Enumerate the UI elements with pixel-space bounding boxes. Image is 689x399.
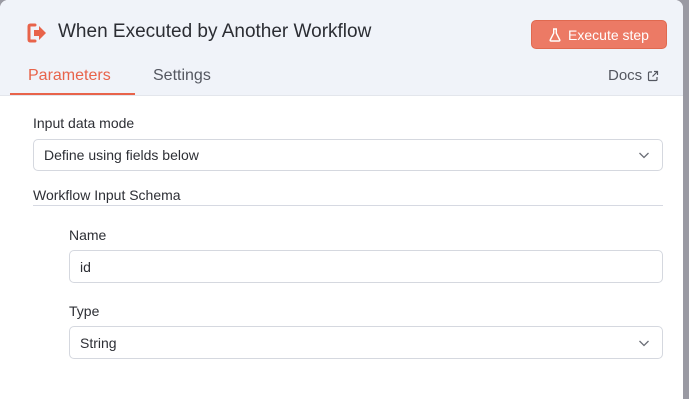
panel-header: When Executed by Another Workflow Execut… (0, 0, 683, 96)
external-link-icon (648, 70, 659, 82)
input-data-mode-select[interactable]: Define using fields below (33, 139, 663, 171)
node-title: When Executed by Another Workflow (58, 21, 372, 42)
workflow-input-schema-title: Workflow Input Schema (33, 187, 181, 203)
chevron-down-icon (639, 152, 649, 159)
tab-settings[interactable]: Settings (153, 66, 211, 86)
execute-step-button[interactable]: Execute step (531, 20, 667, 49)
docs-label: Docs (608, 67, 643, 84)
name-field-label: Name (69, 227, 107, 243)
execute-step-label: Execute step (568, 26, 649, 43)
type-select[interactable]: String (69, 326, 663, 359)
section-divider (33, 205, 663, 206)
input-data-mode-label: Input data mode (33, 115, 135, 131)
type-field-label: Type (69, 303, 100, 319)
node-details-panel: When Executed by Another Workflow Execut… (0, 0, 683, 399)
name-input-value: id (80, 258, 91, 275)
sign-in-arrow-icon (27, 23, 46, 43)
active-tab-indicator (10, 93, 135, 95)
name-input[interactable]: id (69, 250, 663, 283)
flask-icon (549, 27, 561, 42)
tab-parameters[interactable]: Parameters (28, 66, 111, 86)
type-select-value: String (80, 334, 117, 351)
input-data-mode-value: Define using fields below (44, 147, 199, 163)
docs-link[interactable]: Docs (608, 66, 659, 86)
chevron-down-icon (639, 340, 649, 346)
